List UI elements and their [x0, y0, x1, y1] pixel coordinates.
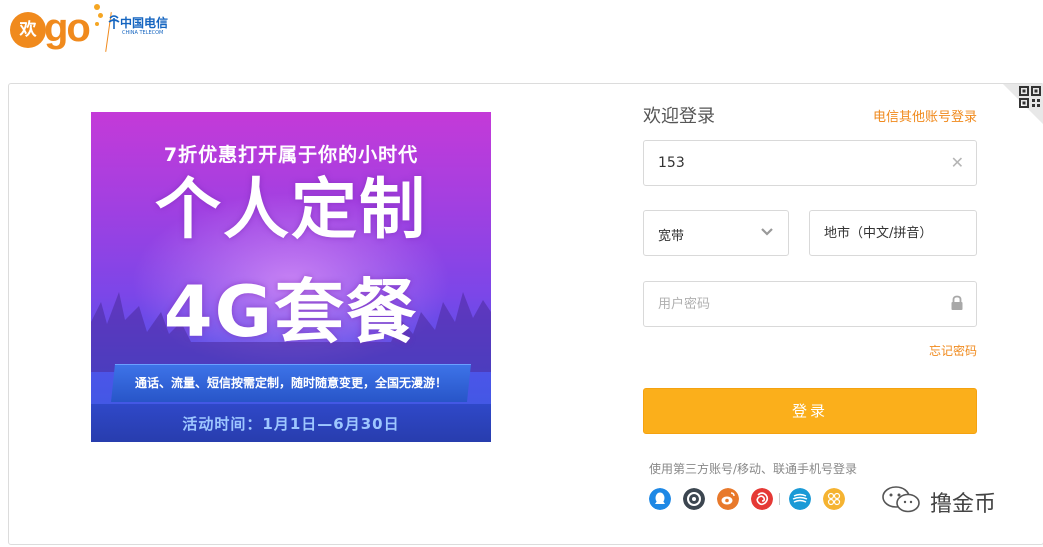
- site-header: 欢 go 中国电信 CHINA TELECOM: [0, 0, 1043, 82]
- login-card: 7折优惠打开属于你的小时代 个人定制 4G套餐 通话、流量、短信按需定制，随时随…: [8, 83, 1043, 545]
- third-party-login-text: 使用第三方账号/移动、联通手机号登录: [649, 462, 858, 476]
- login-button[interactable]: 登录: [643, 388, 977, 434]
- banner-tagline: 通话、流量、短信按需定制，随时随意变更，全国无漫游！: [134, 376, 447, 390]
- carrier-sub: CHINA TELECOM: [122, 30, 164, 36]
- promo-banner[interactable]: 7折优惠打开属于你的小时代 个人定制 4G套餐 通话、流量、短信按需定制，随时随…: [91, 112, 491, 442]
- logo-dots: [92, 4, 104, 30]
- account-type-select[interactable]: 宽带: [643, 210, 789, 256]
- banner-period: 活动时间：1月1日—6月30日: [182, 415, 400, 433]
- carrier-name: 中国电信: [120, 16, 169, 30]
- qr-login-toggle[interactable]: [1003, 84, 1043, 124]
- login-form: 欢迎登录 电信其他账号登录 ✕ 宽带 忘记密码 登录 使用第三方账号/移动、联通…: [643, 100, 977, 530]
- logo-huan-mark: 欢: [10, 12, 46, 48]
- wechat-watermark: 撸金币: [880, 484, 1020, 520]
- lock-icon: [951, 295, 963, 310]
- other-account-login-link[interactable]: 电信其他账号登录: [873, 106, 977, 125]
- banner-headline-1: 个人定制: [155, 171, 427, 248]
- banner-headline-2: 4G套餐: [163, 271, 419, 353]
- mobile-icon[interactable]: [789, 488, 811, 510]
- password-field[interactable]: [643, 281, 977, 327]
- city-field[interactable]: [809, 210, 977, 256]
- watermark-text: 撸金币: [930, 492, 997, 517]
- city-input[interactable]: [824, 211, 974, 255]
- netease-icon[interactable]: [751, 488, 773, 510]
- forgot-password-link[interactable]: 忘记密码: [929, 342, 977, 359]
- account-type-value: 宽带: [658, 229, 685, 244]
- banner-subtitle: 7折优惠打开属于你的小时代: [163, 144, 419, 166]
- unicom-icon[interactable]: [823, 488, 845, 510]
- password-input[interactable]: [658, 282, 938, 326]
- china-telecom-logo: 中国电信 CHINA TELECOM: [108, 12, 168, 42]
- phone-input[interactable]: [658, 141, 938, 185]
- huango-logo[interactable]: 欢 go: [10, 4, 112, 52]
- login-title: 欢迎登录: [643, 106, 715, 127]
- qq-icon[interactable]: [649, 488, 671, 510]
- logo-go-text: go: [44, 6, 91, 50]
- wechat-icon: [882, 486, 920, 513]
- phone-field[interactable]: ✕: [643, 140, 977, 186]
- social-divider: [779, 493, 780, 505]
- clear-icon[interactable]: ✕: [951, 153, 964, 172]
- alipay-icon[interactable]: [683, 488, 705, 510]
- qr-code-icon: [1019, 86, 1041, 108]
- weibo-icon[interactable]: [717, 488, 739, 510]
- china-telecom-mark-icon: [108, 15, 120, 29]
- chevron-down-icon: [761, 228, 773, 236]
